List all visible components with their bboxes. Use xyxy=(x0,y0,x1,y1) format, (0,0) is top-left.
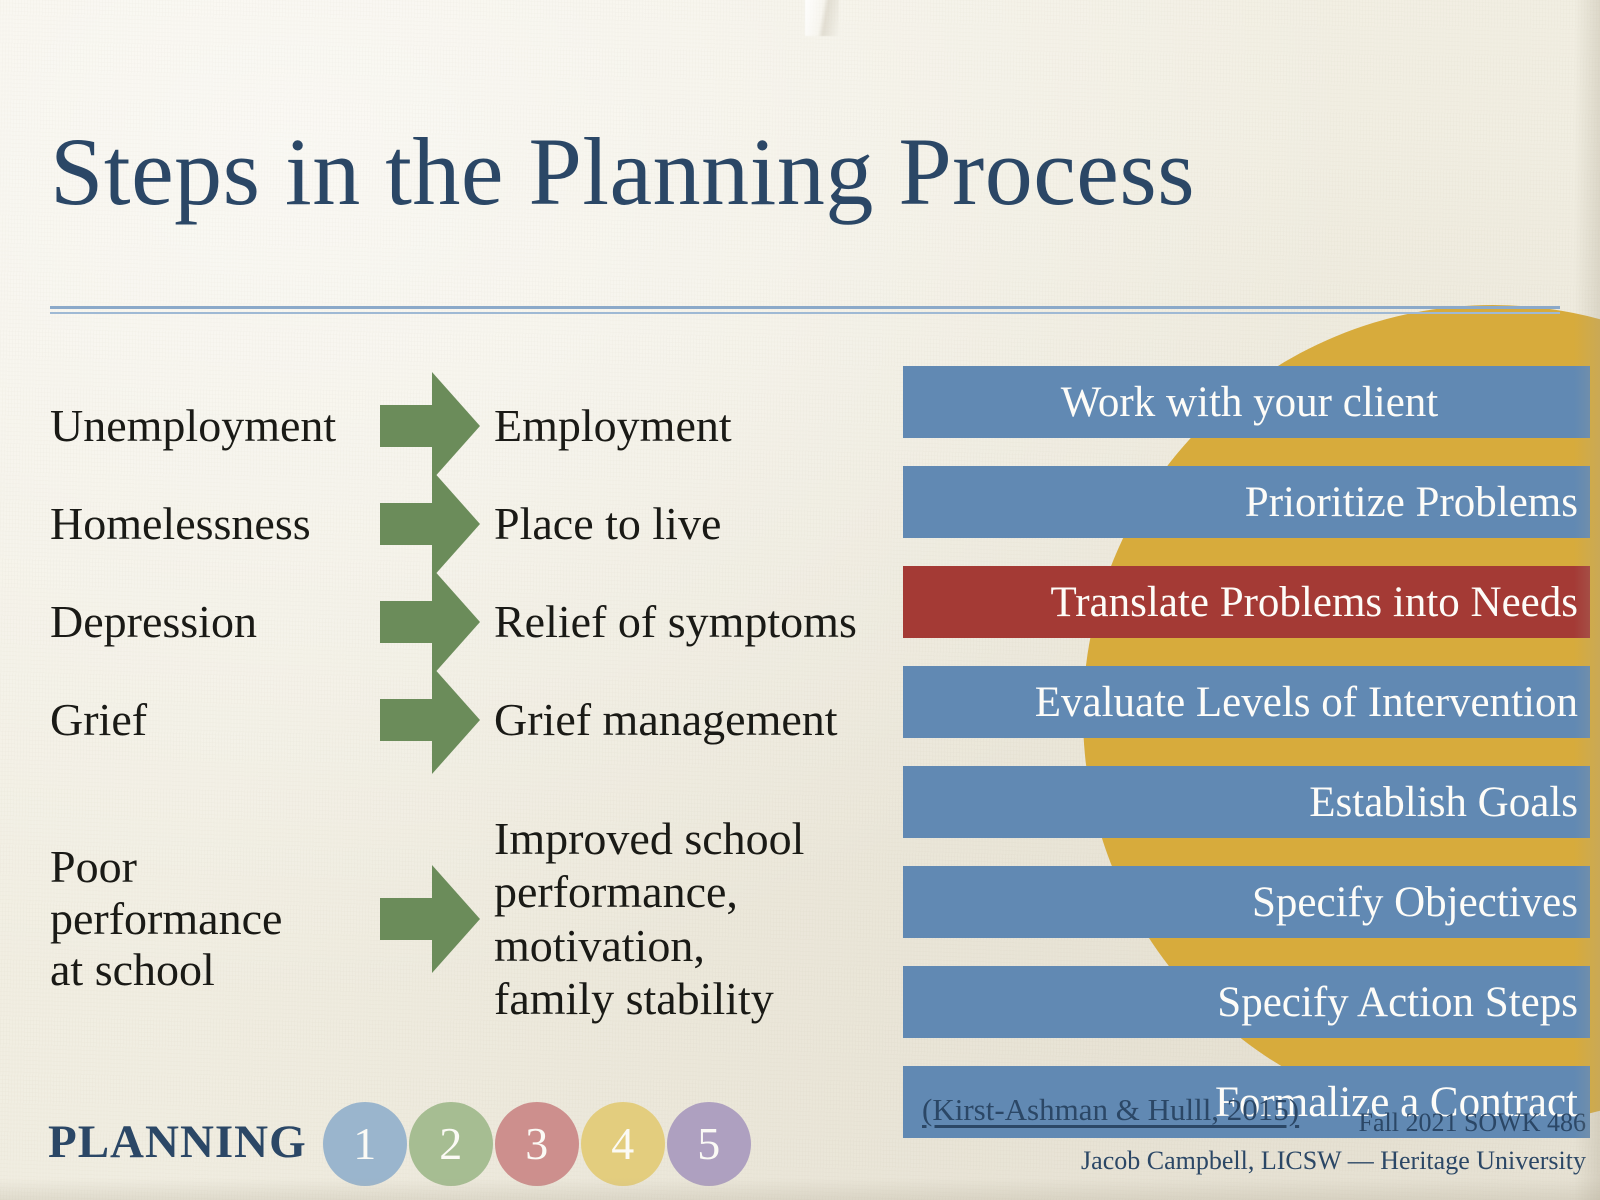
flow-row: Unemployment Employment xyxy=(50,372,900,480)
planning-step-label: Establish Goals xyxy=(1309,778,1578,826)
flow-problem-label: Grief xyxy=(50,694,148,746)
flow-problem-label: Poor performance at school xyxy=(50,841,283,996)
planning-step-bar[interactable]: Establish Goals xyxy=(903,766,1590,838)
flow-row: Poor performance at school Improved school p… xyxy=(50,812,900,1025)
planning-steps-list: Work with your client Prioritize Problems… xyxy=(903,366,1590,1166)
planning-step-label: Prioritize Problems xyxy=(1244,478,1578,526)
course-term: Fall 2021 SOWK 486 xyxy=(1358,1108,1587,1137)
planning-step-label: Translate Problems into Needs xyxy=(1050,578,1578,626)
title-divider xyxy=(50,306,1560,315)
flow-goal-label: Improved school performance, motivation, fa… xyxy=(494,813,805,1025)
planning-step-bar[interactable]: Evaluate Levels of Intervention xyxy=(903,666,1590,738)
planning-step-dot-2[interactable]: 2 xyxy=(408,1102,493,1186)
flow-problem-label: Unemployment xyxy=(50,400,337,452)
planning-step-dot-5[interactable]: 5 xyxy=(666,1102,751,1186)
problem-to-goal-flow: Unemployment Employment Homelessness Place … xyxy=(50,372,900,1072)
planning-step-label: Specify Objectives xyxy=(1252,878,1578,926)
flow-goal-label: Place to live xyxy=(494,498,722,550)
right-arrow-icon xyxy=(380,568,480,676)
flow-row: Homelessness Place to live xyxy=(50,470,900,578)
flow-problem-label: Homelessness xyxy=(50,498,311,550)
planning-label: PLANNING xyxy=(48,1115,307,1168)
planning-step-label: Work with your client xyxy=(1060,378,1439,426)
planning-step-bar[interactable]: Specify Objectives xyxy=(903,866,1590,938)
divider-line-bottom xyxy=(50,312,1560,314)
right-arrow-icon xyxy=(380,666,480,774)
divider-line-top xyxy=(50,306,1560,309)
planning-step-dot-number: 3 xyxy=(525,1118,549,1169)
planning-step-dot-number: 5 xyxy=(697,1118,721,1169)
paper-crease xyxy=(805,0,839,36)
flow-goal-label: Grief management xyxy=(494,694,838,746)
flow-goal-label: Employment xyxy=(494,400,732,452)
planning-step-bar[interactable]: Prioritize Problems xyxy=(903,466,1590,538)
planning-step-dot-number: 2 xyxy=(439,1118,463,1169)
planning-step-bar[interactable]: Specify Action Steps xyxy=(903,966,1590,1038)
planning-step-bar[interactable]: Translate Problems into Needs xyxy=(903,566,1590,638)
planning-step-dot-number: 1 xyxy=(353,1118,377,1169)
planning-step-dot-4[interactable]: 4 xyxy=(580,1102,665,1186)
flow-goal-label: Relief of symptoms xyxy=(494,596,857,648)
planning-step-dot-3[interactable]: 3 xyxy=(494,1102,579,1186)
flow-row: Grief Grief management xyxy=(50,666,900,774)
flow-row: Depression Relief of symptoms xyxy=(50,568,900,676)
planning-step-label: Evaluate Levels of Intervention xyxy=(1034,678,1578,726)
course-info: Fall 2021 SOWK 486 Jacob Campbell, LICSW… xyxy=(1081,1104,1586,1179)
planning-step-bar[interactable]: Work with your client xyxy=(903,366,1590,438)
planning-step-label: Specify Action Steps xyxy=(1217,978,1578,1026)
right-arrow-icon xyxy=(380,470,480,578)
planning-step-dot-1[interactable]: 1 xyxy=(322,1102,407,1186)
flow-problem-label: Depression xyxy=(50,596,257,648)
right-arrow-icon xyxy=(380,864,480,973)
planning-step-dot-number: 4 xyxy=(611,1118,635,1169)
instructor-line: Jacob Campbell, LICSW — Heritage Univers… xyxy=(1081,1145,1586,1175)
slide-canvas: Steps in the Planning Process Unemployme… xyxy=(0,0,1600,1200)
right-arrow-icon xyxy=(380,372,480,480)
planning-footer: PLANNING 1 2 3 4 5 xyxy=(48,1096,753,1192)
page-title: Steps in the Planning Process xyxy=(50,118,1196,225)
